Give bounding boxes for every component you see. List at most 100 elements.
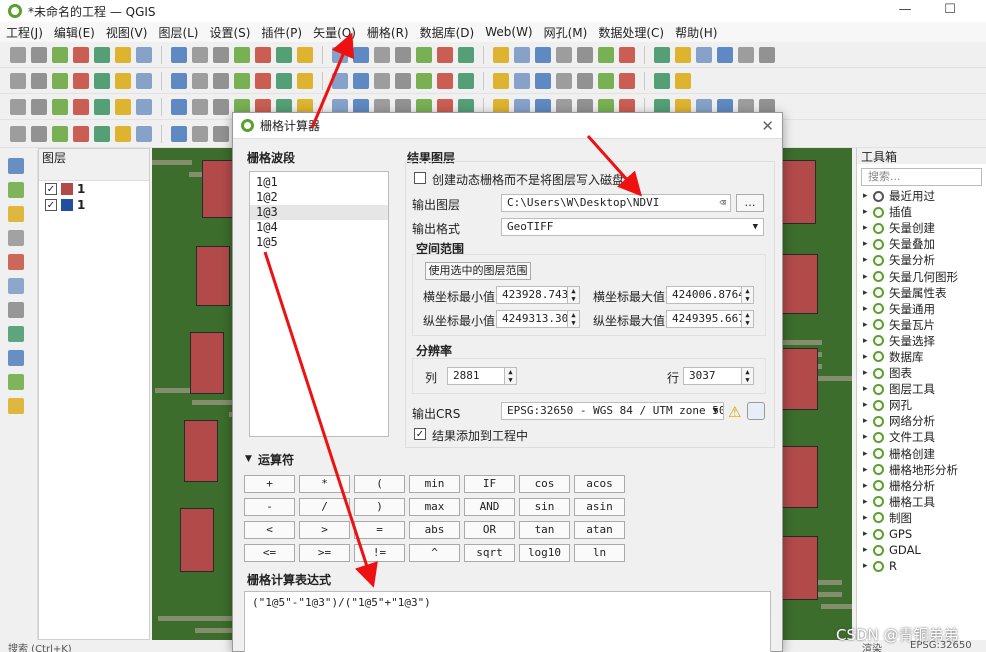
expand-icon[interactable]: ▸ <box>863 384 873 394</box>
add-layer-icon[interactable] <box>8 158 24 174</box>
toolbox-item[interactable]: ▸ 网络分析 <box>857 413 986 429</box>
toolbar-tool-icon[interactable] <box>297 72 313 89</box>
operator-button[interactable]: = <box>354 521 405 539</box>
layer-visibility-checkbox[interactable]: ✓ <box>45 199 57 211</box>
toolbar-tool-icon[interactable] <box>192 98 208 115</box>
layer-item[interactable]: ✓ 1 <box>39 181 149 197</box>
operator-button[interactable]: ^ <box>409 544 460 562</box>
spin-icon[interactable]: ▲ ▼ <box>504 368 516 384</box>
operator-button[interactable]: < <box>244 521 295 539</box>
band-list[interactable]: 1@1 1@2 1@3 1@4 1@5 <box>249 171 389 437</box>
operator-button[interactable]: ( <box>354 475 405 493</box>
toolbar-tool-icon[interactable] <box>577 72 593 89</box>
toolbox-item[interactable]: ▸ 矢量叠加 <box>857 236 986 252</box>
toolbar-tool-icon[interactable] <box>213 46 229 63</box>
expand-icon[interactable]: ▸ <box>863 336 873 346</box>
expand-icon[interactable]: ▸ <box>863 272 873 282</box>
menu-item-9[interactable]: Web(W) <box>485 25 532 39</box>
band-item[interactable]: 1@2 <box>250 190 388 205</box>
maximize-button[interactable]: ☐ <box>935 2 965 20</box>
toolbar-tool-icon[interactable] <box>10 72 26 89</box>
toolbox-item[interactable]: ▸ 矢量瓦片 <box>857 317 986 333</box>
expand-icon[interactable]: ▸ <box>863 223 873 233</box>
add-layer-icon[interactable] <box>8 374 24 390</box>
band-item[interactable]: 1@5 <box>250 235 388 250</box>
menu-item-8[interactable]: 数据库(D) <box>420 24 475 41</box>
toolbar-tool-icon[interactable] <box>31 46 47 63</box>
toolbar-tool-icon[interactable] <box>577 46 593 63</box>
add-layer-icon[interactable] <box>8 326 24 342</box>
add-layer-icon[interactable] <box>8 182 24 198</box>
add-layer-icon[interactable] <box>8 278 24 294</box>
close-icon[interactable]: ✕ <box>761 117 774 135</box>
operator-button[interactable]: + <box>244 475 295 493</box>
toolbox-item[interactable]: ▸ 矢量属性表 <box>857 285 986 301</box>
toolbar-tool-icon[interactable] <box>171 98 187 115</box>
toolbox-item[interactable]: ▸ 栅格分析 <box>857 478 986 494</box>
toolbar-tool-icon[interactable] <box>654 72 670 89</box>
layer-visibility-checkbox[interactable]: ✓ <box>45 183 57 195</box>
band-item[interactable]: 1@3 <box>250 205 388 220</box>
locator-search-input[interactable]: 搜索 (Ctrl+K) <box>8 640 72 652</box>
ymax-input[interactable]: 4249395.66798 ▲ ▼ <box>666 310 754 328</box>
toolbar-tool-icon[interactable] <box>52 46 68 63</box>
operator-button[interactable]: IF <box>464 475 515 493</box>
toolbar-tool-icon[interactable] <box>136 72 152 89</box>
toolbar-tool-icon[interactable] <box>213 98 229 115</box>
expand-icon[interactable]: ▸ <box>863 288 873 298</box>
expand-icon[interactable]: ▸ <box>863 400 873 410</box>
spin-icon[interactable]: ▲ ▼ <box>567 287 579 303</box>
toolbox-item[interactable]: ▸ 最近用过 <box>857 188 986 204</box>
add-layer-icon[interactable] <box>8 398 24 414</box>
menu-item-10[interactable]: 网孔(M) <box>544 24 588 41</box>
toolbar-tool-icon[interactable] <box>94 98 110 115</box>
toolbar-tool-icon[interactable] <box>535 46 551 63</box>
spin-icon[interactable]: ▲ ▼ <box>567 311 579 327</box>
expand-icon[interactable]: ▸ <box>863 255 873 265</box>
toolbar-tool-icon[interactable] <box>255 72 271 89</box>
create-virtual-checkbox[interactable] <box>414 172 426 184</box>
ymin-input[interactable]: 4249313.30454 ▲ ▼ <box>496 310 580 328</box>
toolbar-tool-icon[interactable] <box>619 72 635 89</box>
operator-button[interactable]: tan <box>519 521 570 539</box>
band-item[interactable]: 1@1 <box>250 175 388 190</box>
toolbar-tool-icon[interactable] <box>52 98 68 115</box>
output-format-select[interactable]: GeoTIFF ▼ <box>501 218 764 236</box>
toolbar-tool-icon[interactable] <box>31 125 47 142</box>
toolbar-tool-icon[interactable] <box>493 46 509 63</box>
toolbar-tool-icon[interactable] <box>213 72 229 89</box>
menu-item-12[interactable]: 帮助(H) <box>675 24 717 41</box>
crs-selector-icon[interactable] <box>747 402 765 420</box>
minimize-button[interactable]: — <box>890 2 920 20</box>
toolbar-tool-icon[interactable] <box>514 72 530 89</box>
columns-input[interactable]: 2881 ▲ ▼ <box>447 367 517 385</box>
toolbar-tool-icon[interactable] <box>31 72 47 89</box>
menu-item-2[interactable]: 视图(V) <box>106 24 148 41</box>
toolbar-tool-icon[interactable] <box>598 46 614 63</box>
toolbar-tool-icon[interactable] <box>556 72 572 89</box>
expand-icon[interactable]: ▸ <box>863 545 873 555</box>
toolbox-item[interactable]: ▸ 栅格地形分析 <box>857 462 986 478</box>
toolbar-tool-icon[interactable] <box>374 46 390 63</box>
toolbar-tool-icon[interactable] <box>717 46 733 63</box>
operator-button[interactable]: - <box>244 498 295 516</box>
toolbar-tool-icon[interactable] <box>213 125 229 142</box>
toolbox-item[interactable]: ▸ 矢量选择 <box>857 333 986 349</box>
toolbar-tool-icon[interactable] <box>332 72 348 89</box>
toolbar-tool-icon[interactable] <box>675 46 691 63</box>
toolbox-item[interactable]: ▸ GDAL <box>857 542 986 558</box>
toolbar-tool-icon[interactable] <box>416 72 432 89</box>
toolbar-tool-icon[interactable] <box>192 125 208 142</box>
toolbar-tool-icon[interactable] <box>52 125 68 142</box>
toolbar-tool-icon[interactable] <box>353 46 369 63</box>
toolbar-tool-icon[interactable] <box>115 98 131 115</box>
expand-icon[interactable]: ▸ <box>863 352 873 362</box>
rows-input[interactable]: 3037 ▲ ▼ <box>683 367 754 385</box>
operator-button[interactable]: min <box>409 475 460 493</box>
toolbar-tool-icon[interactable] <box>556 46 572 63</box>
toolbar-tool-icon[interactable] <box>654 46 670 63</box>
menu-item-1[interactable]: 编辑(E) <box>54 24 95 41</box>
operator-button[interactable]: ln <box>574 544 625 562</box>
toolbox-item[interactable]: ▸ 栅格创建 <box>857 446 986 462</box>
menu-item-6[interactable]: 矢量(O) <box>313 24 356 41</box>
